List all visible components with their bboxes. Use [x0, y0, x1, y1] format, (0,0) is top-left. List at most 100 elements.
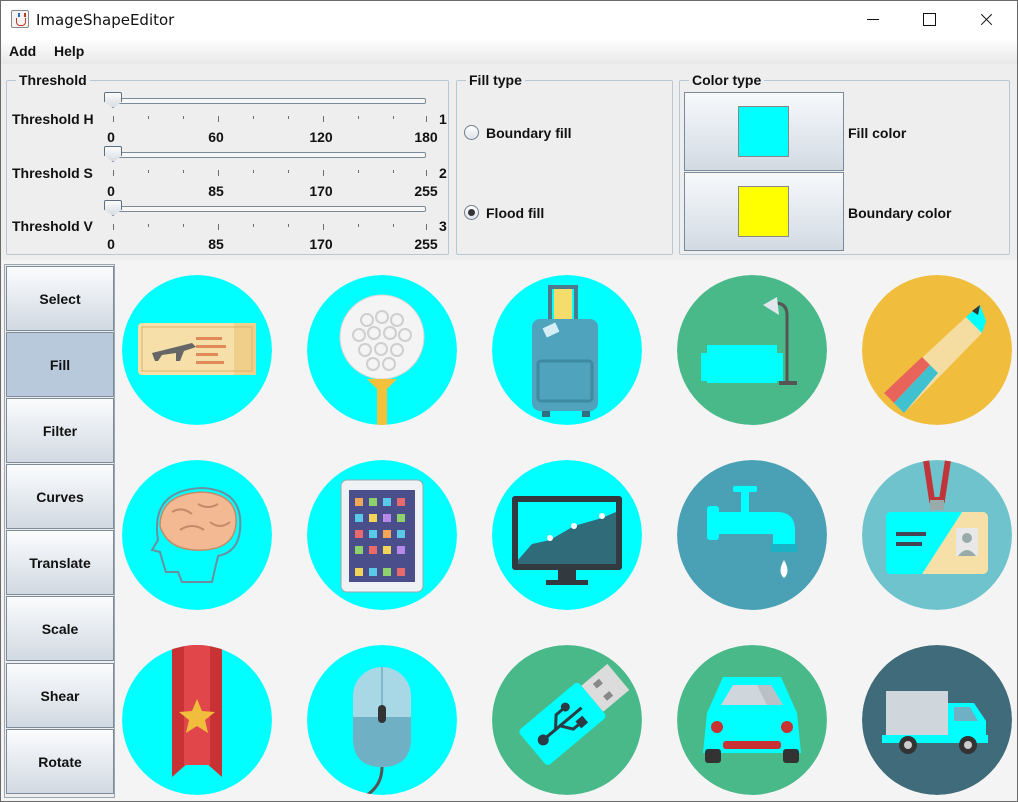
threshold-v-slider[interactable] [112, 206, 426, 212]
rotate-tool-button[interactable]: Rotate [6, 729, 114, 794]
color-type-group-title: Color type [689, 72, 765, 88]
brain-head-icon[interactable] [122, 460, 272, 610]
boundary-color-label: Boundary color [848, 205, 952, 221]
water-tap-icon[interactable] [677, 460, 827, 610]
select-tool-button[interactable]: Select [6, 266, 114, 331]
scale-tool-button[interactable]: Scale [6, 596, 114, 661]
menu-bar: Add Help [0, 38, 1018, 64]
tick [183, 116, 184, 119]
threshold-s-label: Threshold S [12, 165, 93, 181]
threshold-h-tick-label: 180 [414, 129, 438, 145]
tick [148, 170, 149, 173]
fill-type-group-title: Fill type [466, 72, 525, 88]
minimize-button[interactable] [851, 1, 897, 37]
tick [426, 116, 427, 122]
close-button[interactable] [963, 1, 1009, 37]
threshold-v-label: Threshold V [12, 218, 93, 234]
threshold-group: Threshold Threshold H 0 60 120 180 1 Thr… [6, 72, 449, 255]
curves-tool-button[interactable]: Curves [6, 464, 114, 529]
tick [358, 224, 359, 227]
filter-tool-button[interactable]: Filter [6, 398, 114, 463]
threshold-h-value: 1 [439, 111, 447, 127]
threshold-v-value: 3 [439, 218, 447, 234]
threshold-h-slider[interactable] [112, 98, 426, 104]
tick [148, 224, 149, 227]
threshold-h-tick-label: 60 [208, 129, 224, 145]
tick [183, 170, 184, 173]
flood-fill-radio[interactable] [464, 205, 479, 220]
tick [393, 170, 394, 173]
tick [426, 170, 427, 176]
id-badge-icon[interactable] [862, 460, 1012, 610]
threshold-v-thumb[interactable] [104, 200, 122, 216]
tick [253, 224, 254, 227]
threshold-s-tick-label: 85 [208, 183, 224, 199]
threshold-s-tick-label: 255 [414, 183, 438, 199]
monitor-chart-icon[interactable] [492, 460, 642, 610]
window-title: ImageShapeEditor [36, 11, 175, 29]
fill-type-group: Fill type Boundary fill Flood fill [456, 72, 673, 255]
menu-add[interactable]: Add [9, 43, 36, 59]
threshold-s-tick-label: 0 [107, 183, 115, 199]
boundary-fill-label[interactable]: Boundary fill [486, 125, 572, 141]
tick [426, 224, 427, 230]
pencil-icon[interactable] [862, 275, 1012, 425]
tick [288, 116, 289, 119]
tick [218, 116, 219, 122]
color-type-group: Color type Fill color Boundary color [679, 72, 1010, 255]
boundary-fill-radio[interactable] [464, 125, 479, 140]
boundary-color-swatch [738, 186, 789, 237]
threshold-h-tick-label: 0 [107, 129, 115, 145]
tick [218, 170, 219, 176]
tick [148, 116, 149, 119]
threshold-s-thumb[interactable] [104, 146, 122, 162]
usb-drive-icon[interactable] [492, 645, 642, 795]
options-panel: Threshold Threshold H 0 60 120 180 1 Thr… [0, 64, 1018, 260]
java-app-icon [11, 10, 29, 28]
menu-help[interactable]: Help [54, 43, 84, 59]
car-icon[interactable] [677, 645, 827, 795]
image-canvas[interactable] [119, 270, 1014, 798]
threshold-h-tick-label: 120 [309, 129, 333, 145]
tick [323, 224, 324, 230]
golf-ball-icon[interactable] [307, 275, 457, 425]
shear-tool-button[interactable]: Shear [6, 663, 114, 728]
tablet-icon[interactable] [307, 460, 457, 610]
tool-bar: Select Fill Filter Curves Translate Scal… [4, 264, 115, 798]
tick [253, 116, 254, 119]
tick [218, 224, 219, 230]
tick [253, 170, 254, 173]
title-bar: ImageShapeEditor [0, 0, 1018, 38]
threshold-s-value: 2 [439, 165, 447, 181]
translate-tool-button[interactable]: Translate [6, 530, 114, 595]
tick [393, 224, 394, 227]
threshold-s-slider[interactable] [112, 152, 426, 158]
main-area: Select Fill Filter Curves Translate Scal… [0, 260, 1018, 802]
threshold-v-tick-label: 170 [309, 236, 333, 252]
sofa-lamp-icon[interactable] [677, 275, 827, 425]
threshold-h-thumb[interactable] [104, 92, 122, 108]
threshold-v-tick-label: 0 [107, 236, 115, 252]
fill-color-button[interactable] [684, 92, 844, 171]
ticket-icon[interactable] [122, 275, 272, 425]
fill-color-label: Fill color [848, 125, 907, 141]
tick [288, 224, 289, 227]
tick [323, 170, 324, 176]
bookmark-star-icon[interactable] [122, 645, 272, 795]
truck-icon[interactable] [862, 645, 1012, 795]
tick [358, 170, 359, 173]
boundary-color-button[interactable] [684, 172, 844, 251]
tick [113, 224, 114, 230]
threshold-group-title: Threshold [16, 72, 90, 88]
threshold-s-tick-label: 170 [309, 183, 333, 199]
tick [358, 116, 359, 119]
threshold-h-label: Threshold H [12, 111, 94, 127]
suitcase-icon[interactable] [492, 275, 642, 425]
computer-mouse-icon[interactable] [307, 645, 457, 795]
fill-tool-button[interactable]: Fill [6, 332, 114, 397]
tick [323, 116, 324, 122]
tick [288, 170, 289, 173]
maximize-button[interactable] [906, 1, 952, 37]
threshold-v-tick-label: 255 [414, 236, 438, 252]
flood-fill-label[interactable]: Flood fill [486, 205, 544, 221]
